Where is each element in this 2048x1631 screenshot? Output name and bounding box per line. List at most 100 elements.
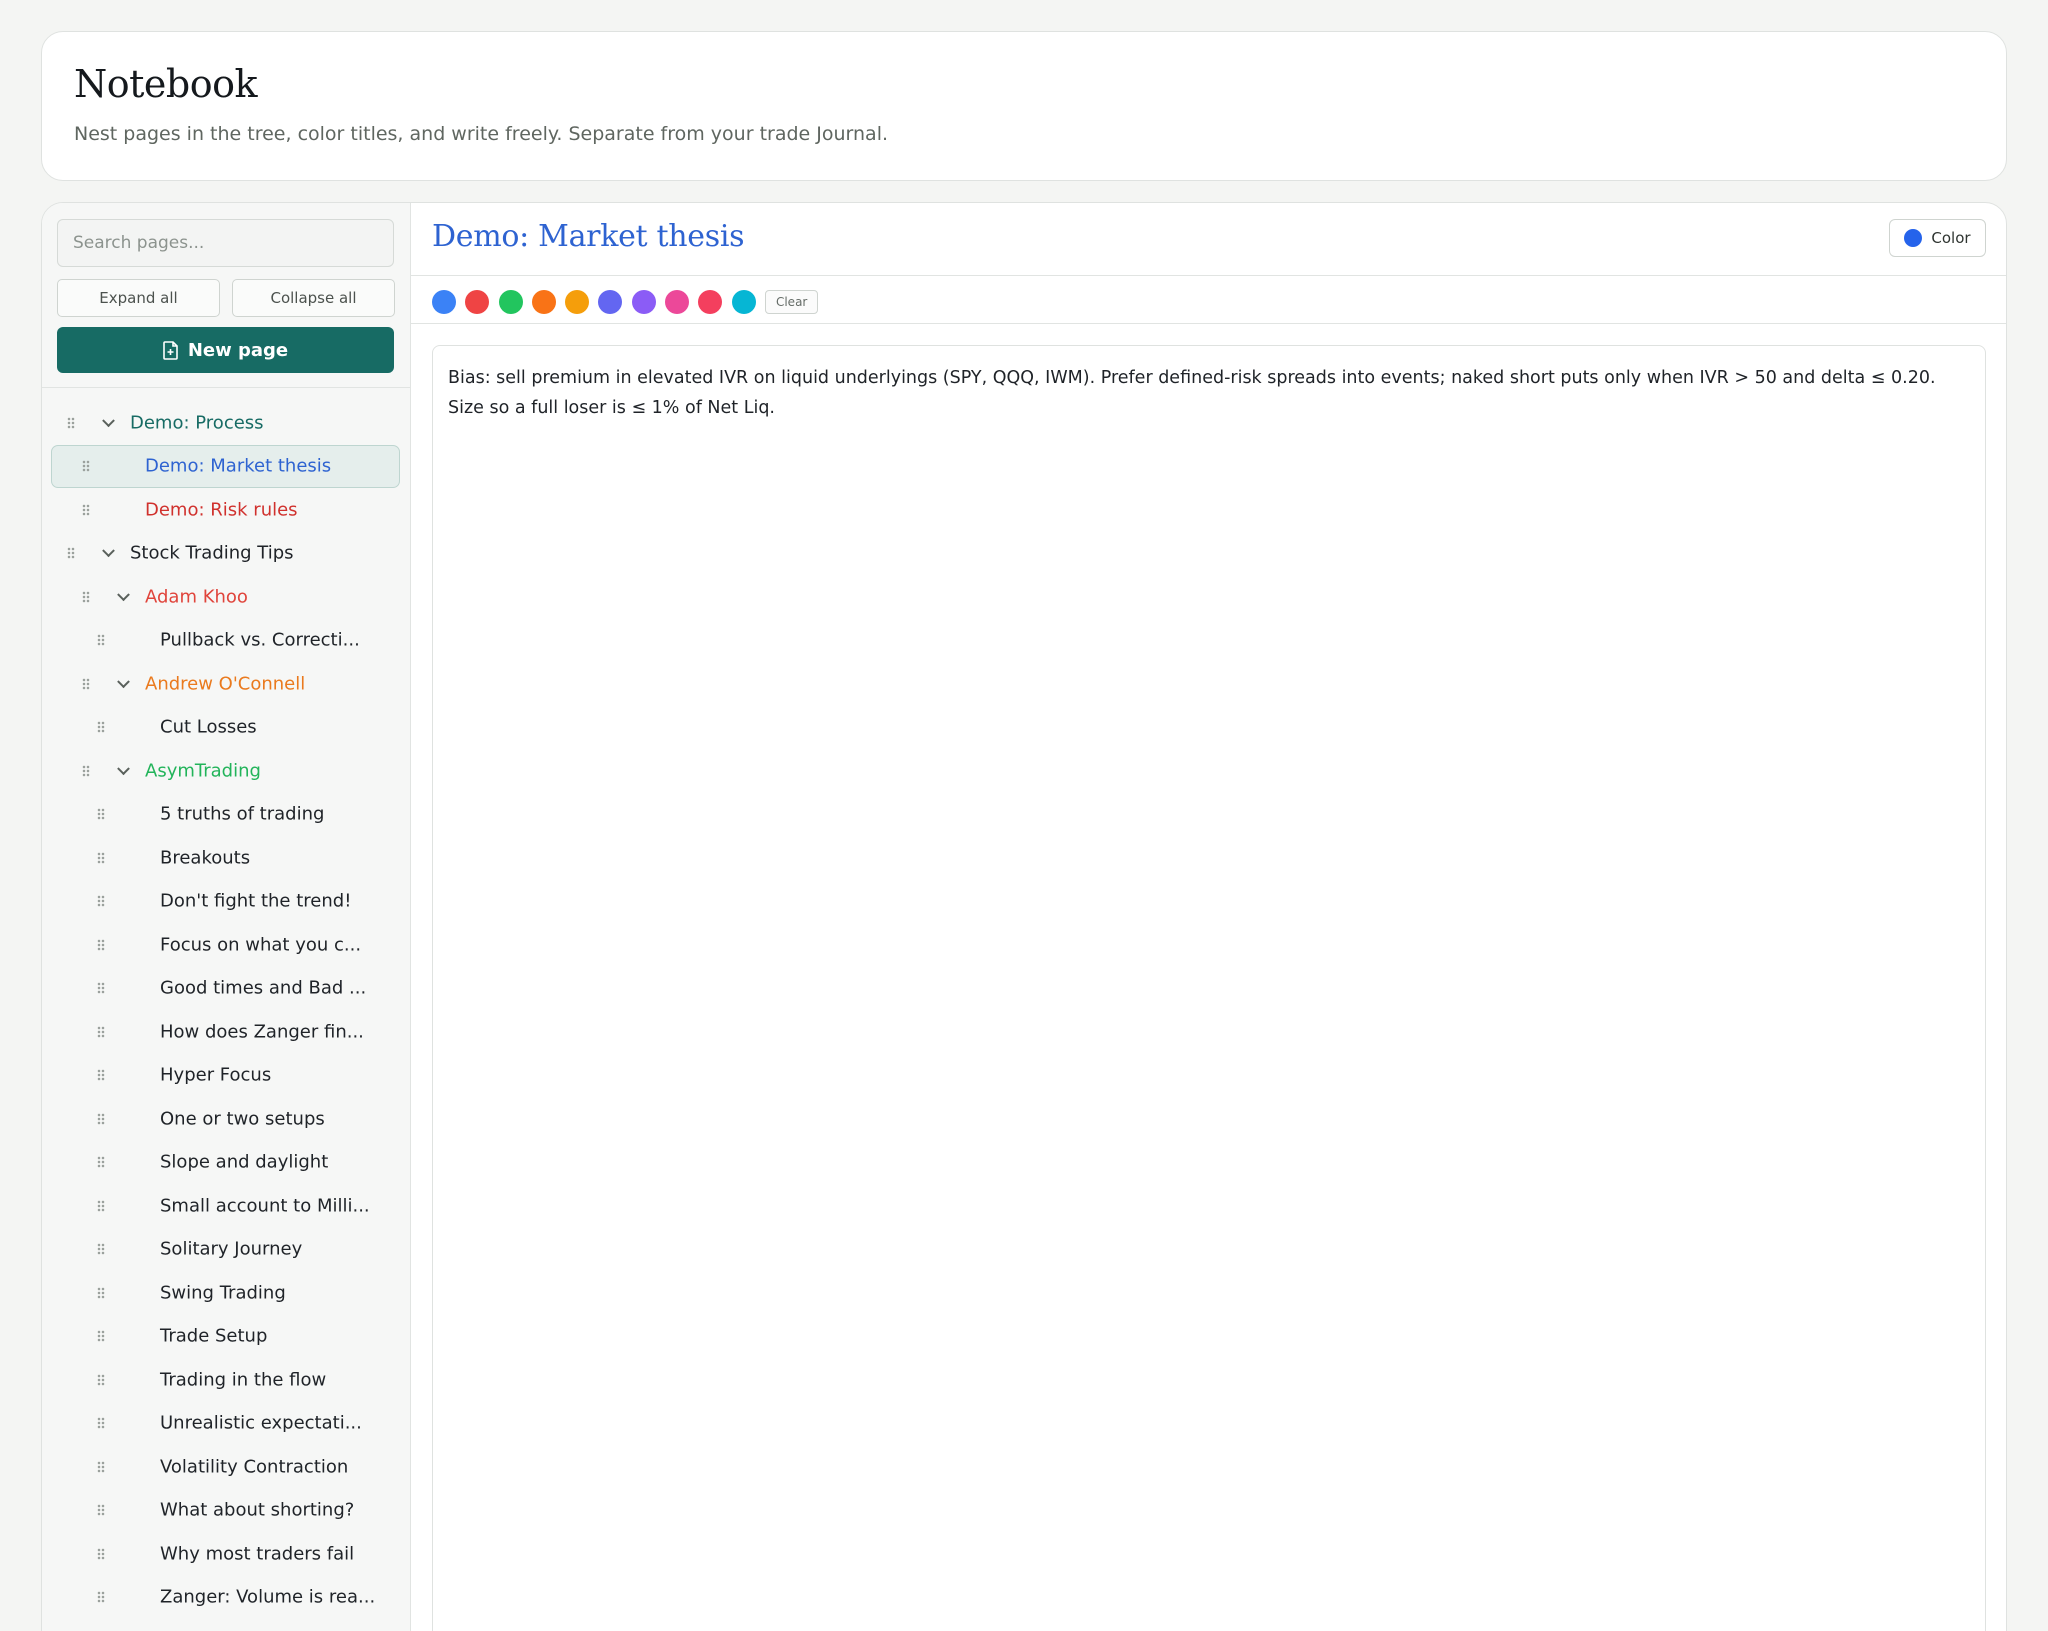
- drag-handle-icon[interactable]: [82, 590, 90, 603]
- tree-item[interactable]: Stock Trading Tips: [42, 532, 410, 576]
- drag-handle-icon[interactable]: [97, 851, 105, 864]
- tree-item-label: Cut Losses: [160, 716, 257, 738]
- tree-item[interactable]: Demo: Risk rules: [42, 488, 410, 532]
- page-title[interactable]: Demo: Market thesis: [432, 219, 745, 254]
- tree-item[interactable]: Small account to Milli...: [42, 1184, 410, 1228]
- clear-color-button[interactable]: Clear: [764, 290, 819, 314]
- color-swatch-purple[interactable]: [631, 290, 656, 314]
- tree-item[interactable]: Trade Setup: [42, 1315, 410, 1359]
- drag-handle-icon[interactable]: [97, 982, 105, 995]
- drag-handle-icon[interactable]: [97, 1504, 105, 1517]
- tree-item[interactable]: Cut Losses: [42, 706, 410, 750]
- tree-item-label: Demo: Process: [130, 412, 264, 434]
- tree-item[interactable]: Demo: Process: [42, 401, 410, 445]
- tree-item[interactable]: Why most traders fail: [42, 1532, 410, 1576]
- drag-handle-icon[interactable]: [97, 721, 105, 734]
- tree-item-label: Trading in the flow: [160, 1369, 327, 1391]
- color-swatch-pink[interactable]: [665, 290, 690, 314]
- color-swatch-cyan[interactable]: [731, 290, 756, 314]
- drag-handle-icon[interactable]: [67, 416, 75, 429]
- tree-item[interactable]: Adam Khoo: [42, 575, 410, 619]
- tree-item[interactable]: Good times and Bad ...: [42, 967, 410, 1011]
- drag-handle-icon[interactable]: [82, 764, 90, 777]
- tree-item[interactable]: Don't fight the trend!: [42, 880, 410, 924]
- tree-item[interactable]: Swing Trading: [42, 1271, 410, 1315]
- color-swatch-red[interactable]: [465, 290, 490, 314]
- tree-item-label: What about shorting?: [160, 1499, 355, 1521]
- tree-item-label: Unrealistic expectati...: [160, 1412, 362, 1434]
- drag-handle-icon[interactable]: [82, 677, 90, 690]
- drag-handle-icon[interactable]: [97, 1286, 105, 1299]
- tree-item-label: 5 truths of trading: [160, 803, 325, 825]
- tree-item[interactable]: Hyper Focus: [42, 1054, 410, 1098]
- sidebar-divider: [42, 387, 410, 388]
- tree-item[interactable]: AsymTrading: [42, 749, 410, 793]
- chevron-down-icon[interactable]: [117, 762, 130, 775]
- drag-handle-icon[interactable]: [97, 938, 105, 951]
- tree-item-label: Pullback vs. Correcti...: [160, 629, 360, 651]
- drag-handle-icon[interactable]: [97, 1069, 105, 1082]
- drag-handle-icon[interactable]: [97, 634, 105, 647]
- tree-item[interactable]: Volatility Contraction: [42, 1445, 410, 1489]
- drag-handle-icon[interactable]: [97, 1417, 105, 1430]
- drag-handle-icon[interactable]: [97, 1243, 105, 1256]
- tree-item-label: Good times and Bad ...: [160, 977, 367, 999]
- tree-item[interactable]: Zanger: Volume is rea...: [42, 1576, 410, 1620]
- drag-handle-icon[interactable]: [97, 1591, 105, 1604]
- drag-handle-icon[interactable]: [97, 1199, 105, 1212]
- tree-item-label: Demo: Market thesis: [145, 455, 332, 477]
- tree-item[interactable]: How does Zanger fin...: [42, 1010, 410, 1054]
- color-swatch-orange[interactable]: [531, 290, 556, 314]
- color-button-label: Color: [1931, 229, 1971, 247]
- tree-item[interactable]: Solitary Journey: [42, 1228, 410, 1272]
- tree-item-selected[interactable]: Demo: Market thesis: [42, 444, 410, 489]
- chevron-down-icon[interactable]: [117, 675, 130, 688]
- tree-item[interactable]: Andrew O'Connell: [42, 662, 410, 706]
- tree-item[interactable]: Trading in the flow: [42, 1358, 410, 1402]
- tree-item-label: Don't fight the trend!: [160, 890, 352, 912]
- color-swatch-green[interactable]: [498, 290, 523, 314]
- color-swatch-bar: Clear: [432, 289, 819, 315]
- expand-all-button[interactable]: Expand all: [57, 279, 220, 317]
- chevron-down-icon[interactable]: [102, 544, 115, 558]
- new-page-button[interactable]: New page: [57, 327, 394, 373]
- drag-handle-icon[interactable]: [97, 895, 105, 908]
- tree-item-label: Swing Trading: [160, 1282, 286, 1304]
- page-body-text[interactable]: Bias: sell premium in elevated IVR on li…: [448, 363, 1970, 423]
- drag-handle-icon[interactable]: [97, 1156, 105, 1169]
- color-swatch-blue[interactable]: [432, 290, 456, 314]
- color-swatch-indigo[interactable]: [598, 290, 623, 314]
- drag-handle-icon[interactable]: [97, 1330, 105, 1343]
- main-card: Expand all Collapse all New page Demo: P…: [41, 202, 2007, 1631]
- drag-handle-icon[interactable]: [82, 503, 90, 516]
- tree-item[interactable]: 5 truths of trading: [42, 793, 410, 837]
- tree-item[interactable]: What about shorting?: [42, 1489, 410, 1533]
- color-button[interactable]: Color: [1889, 219, 1986, 257]
- drag-handle-icon[interactable]: [67, 547, 75, 560]
- color-swatch-rose[interactable]: [698, 290, 723, 314]
- drag-handle-icon[interactable]: [97, 1460, 105, 1473]
- drag-handle-icon[interactable]: [97, 1373, 105, 1386]
- drag-handle-icon[interactable]: [82, 460, 90, 473]
- collapse-all-button[interactable]: Collapse all: [232, 279, 395, 317]
- tree-item[interactable]: Unrealistic expectati...: [42, 1402, 410, 1446]
- drag-handle-icon[interactable]: [97, 1547, 105, 1560]
- page-editor[interactable]: Bias: sell premium in elevated IVR on li…: [432, 345, 1986, 1631]
- chevron-down-icon[interactable]: [102, 414, 115, 427]
- tree-item-label: Volatility Contraction: [160, 1456, 349, 1478]
- tree-item-label: Adam Khoo: [145, 586, 248, 608]
- tree-item[interactable]: Breakouts: [42, 836, 410, 880]
- chevron-down-icon[interactable]: [117, 588, 130, 601]
- search-input[interactable]: [57, 219, 394, 267]
- tree-item[interactable]: Pullback vs. Correcti...: [42, 619, 410, 663]
- drag-handle-icon[interactable]: [97, 1025, 105, 1038]
- tree-item[interactable]: Slope and daylight: [42, 1141, 410, 1185]
- tree-item[interactable]: BobaTrader: [42, 1619, 410, 1631]
- color-swatch-amber[interactable]: [565, 290, 590, 314]
- drag-handle-icon[interactable]: [97, 808, 105, 821]
- drag-handle-icon[interactable]: [97, 1112, 105, 1125]
- new-page-icon: [163, 340, 178, 360]
- tree-item[interactable]: One or two setups: [42, 1097, 410, 1141]
- tree-item[interactable]: Focus on what you c...: [42, 923, 410, 967]
- header-card: Notebook Nest pages in the tree, color t…: [41, 31, 2007, 181]
